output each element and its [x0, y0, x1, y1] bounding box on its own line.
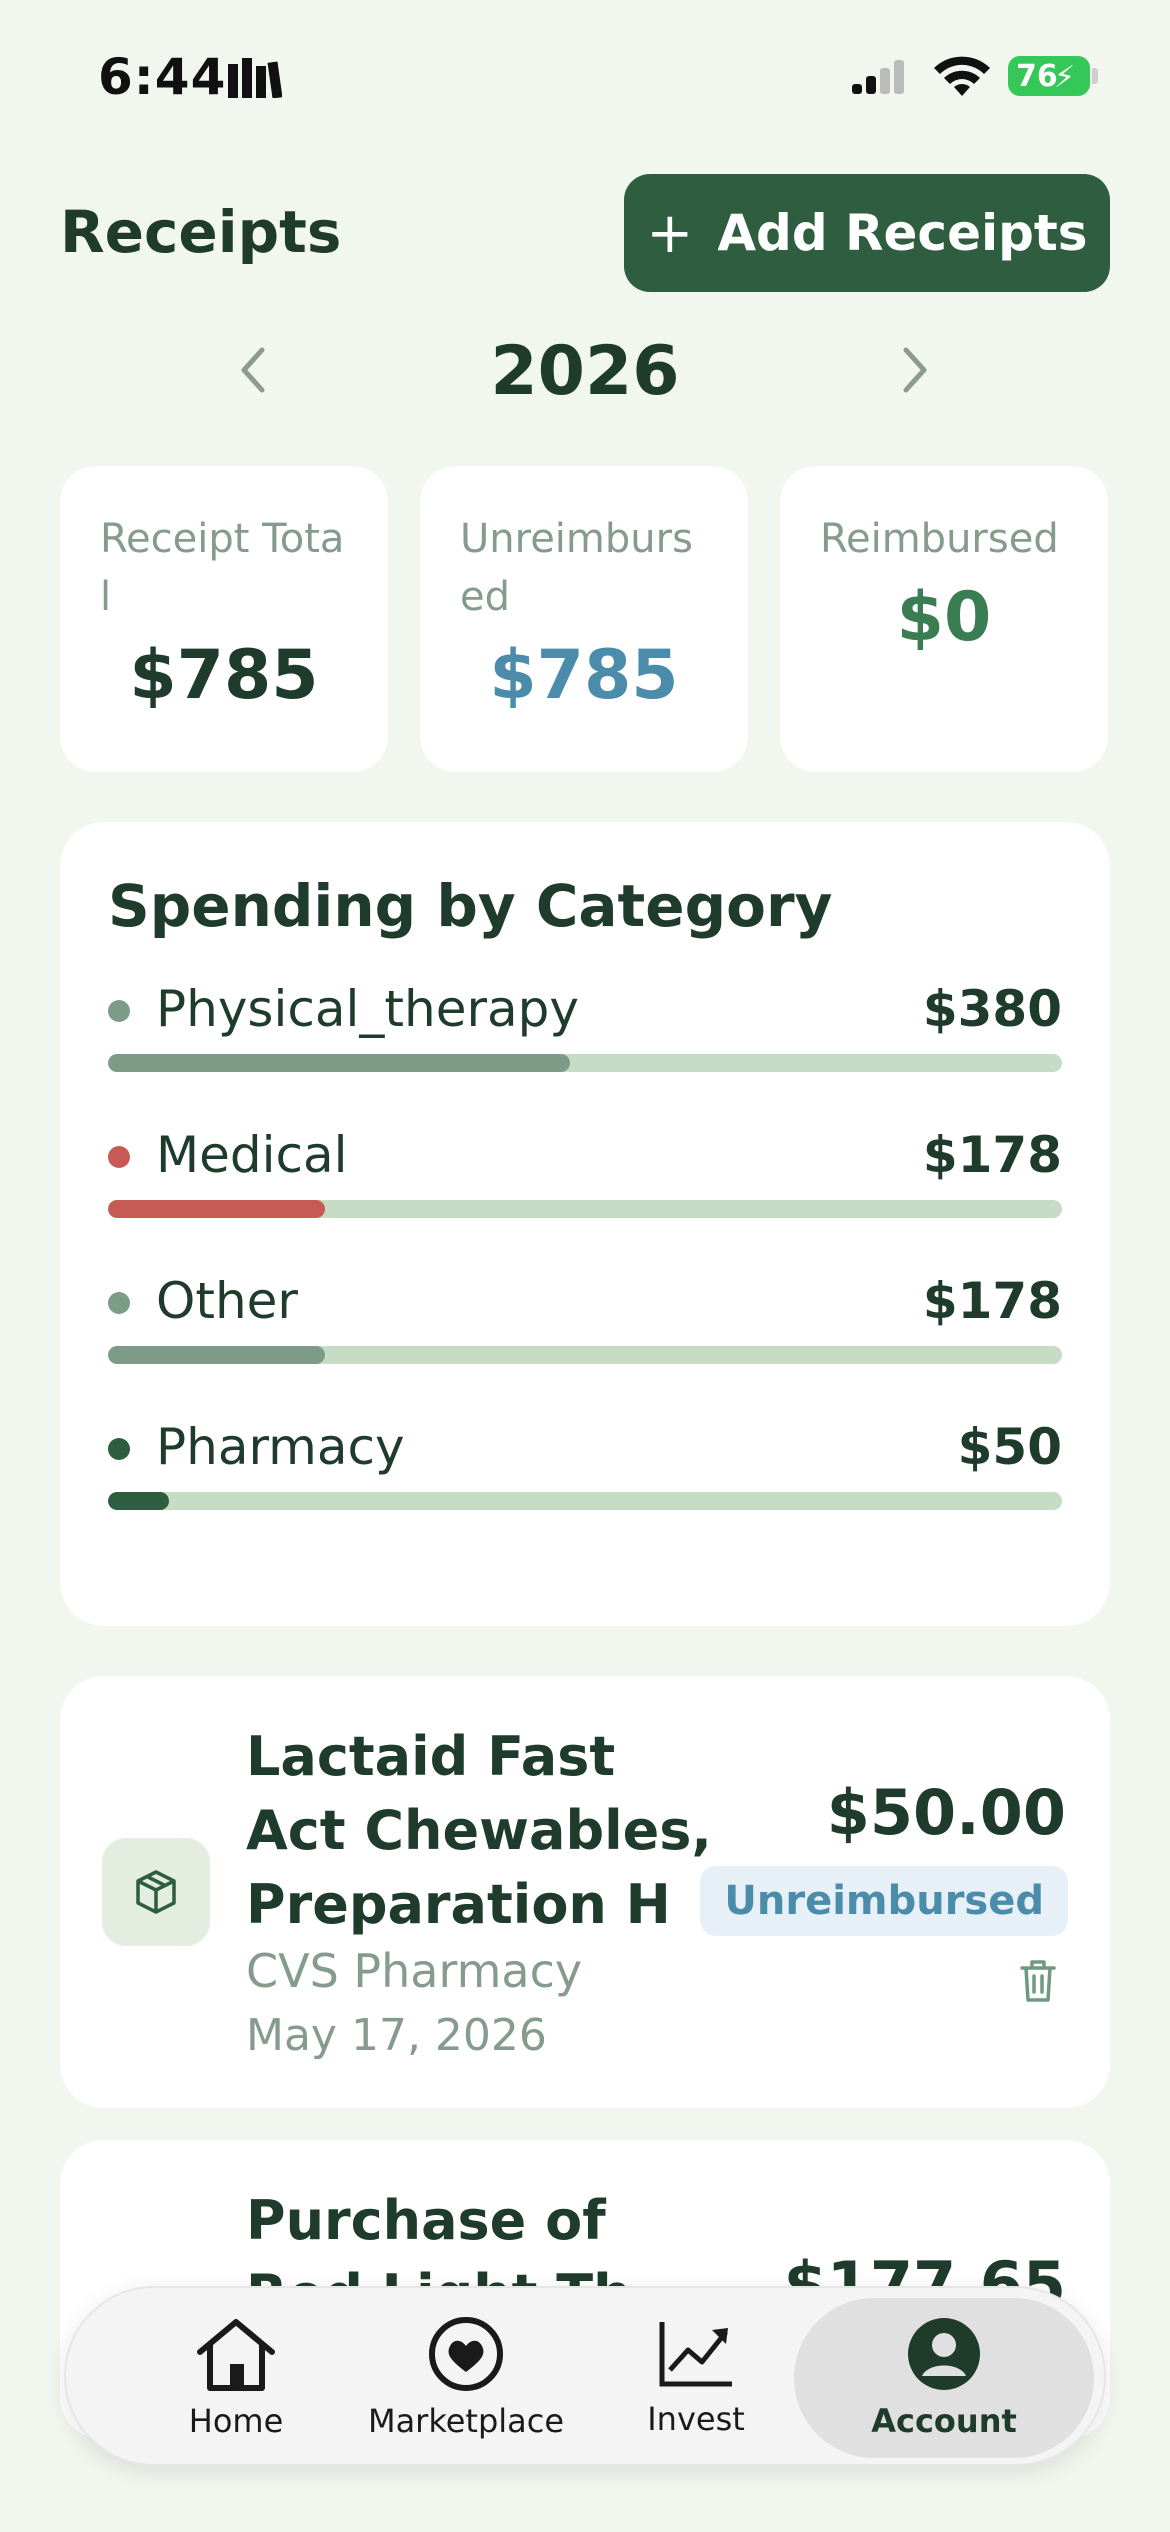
- cellular-signal-icon: [852, 58, 912, 102]
- receipt-total-card: Receipt Total $785: [60, 466, 388, 772]
- nav-marketplace-label: Marketplace: [367, 2402, 565, 2440]
- nav-marketplace[interactable]: Marketplace: [346, 2288, 586, 2468]
- unreimbursed-value: $785: [489, 636, 679, 715]
- receipt-total-value: $785: [129, 636, 319, 715]
- category-amount: $178: [922, 1126, 1062, 1184]
- nav-account-label: Account: [871, 2402, 1017, 2440]
- category-name: Medical: [156, 1126, 348, 1184]
- chart-trend-icon: [659, 2322, 732, 2387]
- category-name: Physical_therapy: [156, 980, 579, 1038]
- category-name: Pharmacy: [156, 1418, 405, 1476]
- year-selector: 2026: [0, 320, 1170, 430]
- category-name: Other: [156, 1272, 298, 1330]
- category-progress-track: [108, 1346, 1062, 1364]
- nav-home[interactable]: Home: [126, 2288, 346, 2468]
- heart-icon: [429, 2317, 503, 2391]
- status-time: 6:44: [98, 48, 227, 106]
- spending-title: Spending by Category: [108, 872, 833, 940]
- nav-invest[interactable]: Invest: [586, 2288, 806, 2468]
- receipt-title: Lactaid Fast Act Chewables, Preparation …: [246, 1725, 712, 1936]
- category-dot: [108, 1292, 130, 1314]
- battery-icon: 76: [1008, 56, 1090, 96]
- category-progress-track: [108, 1200, 1062, 1218]
- category-progress-track: [108, 1054, 1062, 1072]
- add-receipts-label: Add Receipts: [717, 204, 1088, 262]
- books-icon: [226, 58, 283, 102]
- category-progress-fill: [108, 1054, 570, 1072]
- battery-level: 76: [1016, 58, 1058, 94]
- bottom-navigation: Home Marketplace Invest Account: [64, 2286, 1106, 2466]
- reimbursed-card: Reimbursed $0: [780, 466, 1108, 772]
- nav-home-label: Home: [188, 2402, 284, 2440]
- year-label: 2026: [490, 332, 680, 411]
- receipt-date: May 17, 2026: [246, 2010, 547, 2061]
- category-dot: [108, 1146, 130, 1168]
- reimbursed-label: Reimbursed: [820, 516, 1059, 562]
- category-progress-fill: [108, 1492, 170, 1510]
- unreimbursed-card: Unreimbursed $785: [420, 466, 748, 772]
- home-icon: [197, 2319, 275, 2391]
- category-amount: $380: [922, 980, 1062, 1038]
- receipt-item[interactable]: Lactaid Fast Act Chewables, Preparation …: [60, 1676, 1110, 2108]
- nav-invest-label: Invest: [647, 2400, 745, 2438]
- category-dot: [108, 1000, 130, 1022]
- wifi-icon: [934, 56, 990, 102]
- account-icon: [908, 2318, 980, 2390]
- reimbursed-value: $0: [896, 578, 992, 657]
- category-amount: $178: [922, 1272, 1062, 1330]
- receipt-total-label: Receipt Total: [100, 516, 345, 620]
- package-icon: [102, 1838, 210, 1946]
- category-row: Other $178: [108, 1264, 1062, 1384]
- unreimbursed-label: Unreimbursed: [460, 516, 693, 620]
- chevron-right-icon[interactable]: [896, 340, 936, 416]
- category-progress-fill: [108, 1346, 325, 1364]
- category-progress-track: [108, 1492, 1062, 1510]
- battery-cap: [1092, 68, 1098, 84]
- spending-by-category-card: Spending by Category Physical_therapy $3…: [60, 822, 1110, 1626]
- plus-icon: +: [646, 200, 694, 266]
- add-receipts-button[interactable]: + Add Receipts: [624, 174, 1110, 292]
- trash-icon[interactable]: [1018, 1958, 1058, 2008]
- category-dot: [108, 1438, 130, 1460]
- category-row: Medical $178: [108, 1118, 1062, 1238]
- category-row: Physical_therapy $380: [108, 972, 1062, 1092]
- page-title: Receipts: [60, 198, 342, 266]
- category-amount: $50: [957, 1418, 1062, 1476]
- category-row: Pharmacy $50: [108, 1410, 1062, 1530]
- category-progress-fill: [108, 1200, 325, 1218]
- receipt-amount: $50.00: [826, 1776, 1066, 1849]
- nav-account[interactable]: Account: [794, 2298, 1094, 2458]
- status-badge: Unreimbursed: [700, 1866, 1068, 1936]
- charging-bolt-icon: ⚡: [1054, 60, 1076, 95]
- receipt-merchant: CVS Pharmacy: [246, 1944, 583, 1998]
- status-bar: 6:44 76 ⚡: [0, 0, 1170, 150]
